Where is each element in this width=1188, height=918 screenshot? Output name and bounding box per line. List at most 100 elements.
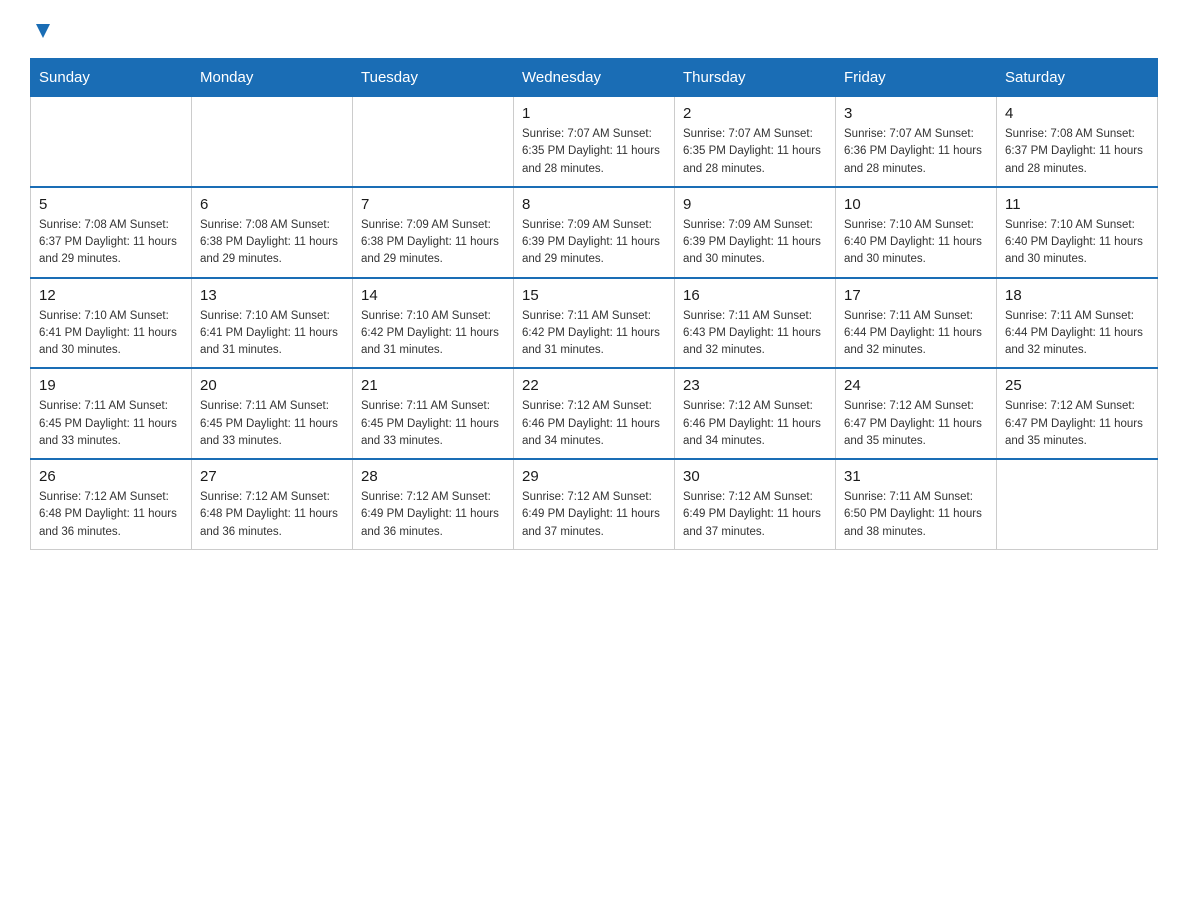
day-number: 8 xyxy=(522,196,666,213)
calendar-cell: 29Sunrise: 7:12 AM Sunset: 6:49 PM Dayli… xyxy=(514,459,675,549)
calendar-cell: 17 Sunrise: 7:11 AM Sunset: 6:44 PM Dayli… xyxy=(836,278,997,369)
day-info: Sunrise: 7:10 AM Sunset: 6:41 PM Dayligh… xyxy=(39,308,183,360)
calendar-cell: 3Sunrise: 7:07 AM Sunset: 6:36 PM Daylig… xyxy=(836,97,997,187)
calendar-cell: 25 Sunrise: 7:12 AM Sunset: 6:47 PM Dayli… xyxy=(997,368,1158,459)
day-info: Sunrise: 7:10 AM Sunset: 6:40 PM Dayligh… xyxy=(844,217,988,269)
calendar-cell: 1 Sunrise: 7:07 AM Sunset: 6:35 PM Daylig… xyxy=(514,97,675,187)
day-info: Sunrise: 7:10 AM Sunset: 6:41 PM Dayligh… xyxy=(200,308,344,360)
calendar-cell: 2 Sunrise: 7:07 AM Sunset: 6:35 PM Daylig… xyxy=(675,97,836,187)
calendar-cell: 23Sunrise: 7:12 AM Sunset: 6:46 PM Dayli… xyxy=(675,368,836,459)
day-number: 16 xyxy=(683,287,827,304)
calendar-cell: 31 Sunrise: 7:11 AM Sunset: 6:50 PM Dayli… xyxy=(836,459,997,549)
calendar-cell: 11Sunrise: 7:10 AM Sunset: 6:40 PM Dayli… xyxy=(997,187,1158,278)
day-info: Sunrise: 7:08 AM Sunset: 6:38 PM Dayligh… xyxy=(200,217,344,269)
calendar-cell: 4Sunrise: 7:08 AM Sunset: 6:37 PM Daylig… xyxy=(997,97,1158,187)
day-info: Sunrise: 7:12 AM Sunset: 6:47 PM Dayligh… xyxy=(1005,398,1149,450)
day-number: 9 xyxy=(683,196,827,213)
calendar-cell: 28Sunrise: 7:12 AM Sunset: 6:49 PM Dayli… xyxy=(353,459,514,549)
day-number: 7 xyxy=(361,196,505,213)
day-number: 15 xyxy=(522,287,666,304)
calendar-cell: 13 Sunrise: 7:10 AM Sunset: 6:41 PM Dayli… xyxy=(192,278,353,369)
day-number: 20 xyxy=(200,377,344,394)
calendar-cell: 10 Sunrise: 7:10 AM Sunset: 6:40 PM Dayli… xyxy=(836,187,997,278)
day-number: 31 xyxy=(844,468,988,485)
page-header xyxy=(30,20,1158,38)
calendar-cell: 9 Sunrise: 7:09 AM Sunset: 6:39 PM Daylig… xyxy=(675,187,836,278)
day-info: Sunrise: 7:12 AM Sunset: 6:46 PM Dayligh… xyxy=(522,398,666,450)
calendar-cell: 20 Sunrise: 7:11 AM Sunset: 6:45 PM Dayli… xyxy=(192,368,353,459)
day-number: 21 xyxy=(361,377,505,394)
day-header-saturday: Saturday xyxy=(997,59,1158,97)
day-header-thursday: Thursday xyxy=(675,59,836,97)
day-info: Sunrise: 7:11 AM Sunset: 6:43 PM Dayligh… xyxy=(683,308,827,360)
day-number: 14 xyxy=(361,287,505,304)
day-info: Sunrise: 7:09 AM Sunset: 6:39 PM Dayligh… xyxy=(522,217,666,269)
calendar-cell: 15 Sunrise: 7:11 AM Sunset: 6:42 PM Dayli… xyxy=(514,278,675,369)
day-info: Sunrise: 7:10 AM Sunset: 6:40 PM Dayligh… xyxy=(1005,217,1149,269)
day-info: Sunrise: 7:11 AM Sunset: 6:44 PM Dayligh… xyxy=(1005,308,1149,360)
calendar-cell: 24 Sunrise: 7:12 AM Sunset: 6:47 PM Dayli… xyxy=(836,368,997,459)
day-number: 10 xyxy=(844,196,988,213)
calendar-cell xyxy=(192,97,353,187)
calendar-cell: 7Sunrise: 7:09 AM Sunset: 6:38 PM Daylig… xyxy=(353,187,514,278)
calendar-cell: 16 Sunrise: 7:11 AM Sunset: 6:43 PM Dayli… xyxy=(675,278,836,369)
day-info: Sunrise: 7:11 AM Sunset: 6:42 PM Dayligh… xyxy=(522,308,666,360)
days-header-row: SundayMondayTuesdayWednesdayThursdayFrid… xyxy=(31,59,1158,97)
day-info: Sunrise: 7:09 AM Sunset: 6:39 PM Dayligh… xyxy=(683,217,827,269)
calendar-cell: 14 Sunrise: 7:10 AM Sunset: 6:42 PM Dayli… xyxy=(353,278,514,369)
day-header-wednesday: Wednesday xyxy=(514,59,675,97)
day-header-sunday: Sunday xyxy=(31,59,192,97)
day-info: Sunrise: 7:12 AM Sunset: 6:47 PM Dayligh… xyxy=(844,398,988,450)
day-info: Sunrise: 7:12 AM Sunset: 6:48 PM Dayligh… xyxy=(39,489,183,541)
calendar-cell: 30 Sunrise: 7:12 AM Sunset: 6:49 PM Dayli… xyxy=(675,459,836,549)
day-info: Sunrise: 7:11 AM Sunset: 6:44 PM Dayligh… xyxy=(844,308,988,360)
day-number: 22 xyxy=(522,377,666,394)
day-info: Sunrise: 7:11 AM Sunset: 6:45 PM Dayligh… xyxy=(39,398,183,450)
calendar-table: SundayMondayTuesdayWednesdayThursdayFrid… xyxy=(30,58,1158,550)
day-info: Sunrise: 7:11 AM Sunset: 6:45 PM Dayligh… xyxy=(200,398,344,450)
day-number: 18 xyxy=(1005,287,1149,304)
day-number: 29 xyxy=(522,468,666,485)
week-row-1: 1 Sunrise: 7:07 AM Sunset: 6:35 PM Daylig… xyxy=(31,97,1158,187)
day-info: Sunrise: 7:07 AM Sunset: 6:35 PM Dayligh… xyxy=(683,126,827,178)
day-number: 26 xyxy=(39,468,183,485)
day-number: 17 xyxy=(844,287,988,304)
calendar-cell: 18 Sunrise: 7:11 AM Sunset: 6:44 PM Dayli… xyxy=(997,278,1158,369)
day-number: 25 xyxy=(1005,377,1149,394)
calendar-cell: 21Sunrise: 7:11 AM Sunset: 6:45 PM Dayli… xyxy=(353,368,514,459)
calendar-cell: 12Sunrise: 7:10 AM Sunset: 6:41 PM Dayli… xyxy=(31,278,192,369)
week-row-4: 19Sunrise: 7:11 AM Sunset: 6:45 PM Dayli… xyxy=(31,368,1158,459)
day-number: 24 xyxy=(844,377,988,394)
day-number: 13 xyxy=(200,287,344,304)
day-number: 6 xyxy=(200,196,344,213)
day-number: 23 xyxy=(683,377,827,394)
week-row-5: 26 Sunrise: 7:12 AM Sunset: 6:48 PM Dayli… xyxy=(31,459,1158,549)
day-number: 28 xyxy=(361,468,505,485)
day-header-tuesday: Tuesday xyxy=(353,59,514,97)
day-info: Sunrise: 7:12 AM Sunset: 6:48 PM Dayligh… xyxy=(200,489,344,541)
calendar-cell: 19Sunrise: 7:11 AM Sunset: 6:45 PM Dayli… xyxy=(31,368,192,459)
day-number: 1 xyxy=(522,105,666,122)
calendar-cell xyxy=(997,459,1158,549)
calendar-cell xyxy=(353,97,514,187)
day-number: 3 xyxy=(844,105,988,122)
calendar-cell: 26 Sunrise: 7:12 AM Sunset: 6:48 PM Dayli… xyxy=(31,459,192,549)
day-number: 2 xyxy=(683,105,827,122)
calendar-cell: 5 Sunrise: 7:08 AM Sunset: 6:37 PM Daylig… xyxy=(31,187,192,278)
day-info: Sunrise: 7:10 AM Sunset: 6:42 PM Dayligh… xyxy=(361,308,505,360)
calendar-cell: 8 Sunrise: 7:09 AM Sunset: 6:39 PM Daylig… xyxy=(514,187,675,278)
calendar-cell xyxy=(31,97,192,187)
day-info: Sunrise: 7:08 AM Sunset: 6:37 PM Dayligh… xyxy=(39,217,183,269)
day-info: Sunrise: 7:08 AM Sunset: 6:37 PM Dayligh… xyxy=(1005,126,1149,178)
day-info: Sunrise: 7:07 AM Sunset: 6:35 PM Dayligh… xyxy=(522,126,666,178)
day-header-friday: Friday xyxy=(836,59,997,97)
day-number: 5 xyxy=(39,196,183,213)
calendar-cell: 6 Sunrise: 7:08 AM Sunset: 6:38 PM Daylig… xyxy=(192,187,353,278)
day-header-monday: Monday xyxy=(192,59,353,97)
week-row-3: 12Sunrise: 7:10 AM Sunset: 6:41 PM Dayli… xyxy=(31,278,1158,369)
day-number: 30 xyxy=(683,468,827,485)
day-number: 27 xyxy=(200,468,344,485)
day-info: Sunrise: 7:12 AM Sunset: 6:49 PM Dayligh… xyxy=(683,489,827,541)
calendar-cell: 22 Sunrise: 7:12 AM Sunset: 6:46 PM Dayli… xyxy=(514,368,675,459)
day-info: Sunrise: 7:11 AM Sunset: 6:50 PM Dayligh… xyxy=(844,489,988,541)
